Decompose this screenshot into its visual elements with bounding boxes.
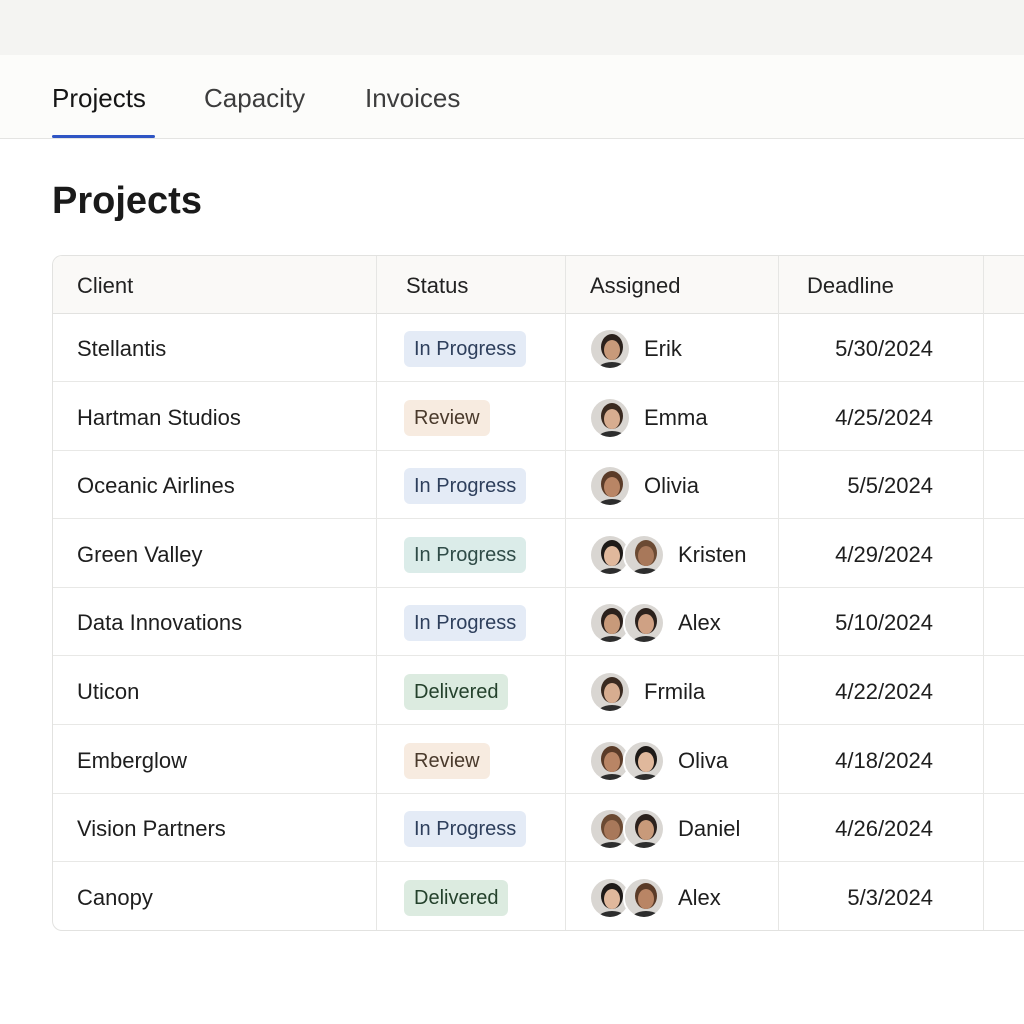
avatar xyxy=(623,808,665,851)
client-name: Emberglow xyxy=(77,747,188,773)
status-badge: Review xyxy=(404,399,490,436)
tab-capacity[interactable]: Capacity xyxy=(204,83,305,114)
client-name: Green Valley xyxy=(77,541,203,567)
client-name: Stellantis xyxy=(77,336,167,361)
tab-bar: Projects Capacity Invoices xyxy=(0,55,1024,139)
page-title: Projects xyxy=(52,180,202,222)
status-badge: Review xyxy=(404,742,490,779)
tab-projects[interactable]: Projects xyxy=(52,83,146,114)
status-badge: Delivered xyxy=(404,879,509,916)
avatar xyxy=(589,465,631,508)
client-name: Hartman Studios xyxy=(77,404,241,430)
status-badge: Delivered xyxy=(404,674,509,710)
window-top-bar xyxy=(0,0,1024,55)
deadline-date: 5/10/2024 xyxy=(835,610,933,636)
table-row[interactable]: Hartman Studios Review Emma 4/25/2024 xyxy=(53,383,1024,451)
status-badge: In Progress xyxy=(404,605,527,642)
table-row[interactable]: Stellantis In Progress Erik 5/30/2024 xyxy=(53,314,1024,382)
tab-invoices[interactable]: Invoices xyxy=(365,83,460,114)
column-header-client[interactable]: Client xyxy=(77,273,133,299)
table-row[interactable]: Oceanic Airlines In Progress Olivia 5/5/202… xyxy=(53,451,1024,520)
avatar xyxy=(623,876,665,919)
deadline-date: 5/5/2024 xyxy=(847,473,933,499)
table-row[interactable]: Emberglow Review Oliva 4/18/2024 xyxy=(53,726,1024,794)
client-name: Oceanic Airlines xyxy=(77,473,235,499)
avatar xyxy=(589,328,631,370)
status-badge: In Progress xyxy=(404,331,527,367)
client-name: Uticon xyxy=(77,679,140,704)
table-row[interactable]: Vision Partners In Progress Daniel 4/26/202… xyxy=(53,794,1024,863)
client-name: Vision Partners xyxy=(77,816,226,842)
status-badge: In Progress xyxy=(404,811,527,848)
avatar xyxy=(623,533,665,576)
table-row[interactable]: Canopy Delivered Alex 5/3/2024 xyxy=(53,863,1024,930)
status-badge: In Progress xyxy=(404,536,527,573)
deadline-date: 5/3/2024 xyxy=(847,884,933,910)
deadline-date: 4/25/2024 xyxy=(835,404,933,430)
table-row[interactable]: Green Valley In Progress Kristen 4/29/2024 xyxy=(53,520,1024,588)
table-row[interactable]: Uticon Delivered Frmila 4/22/2024 xyxy=(53,657,1024,725)
deadline-date: 4/26/2024 xyxy=(835,816,933,842)
client-name: Canopy xyxy=(77,884,153,910)
status-badge: In Progress xyxy=(404,468,527,505)
projects-table: Client Status Assigned Deadline Stellant… xyxy=(52,255,1024,931)
column-header-status[interactable]: Status xyxy=(406,273,468,299)
column-header-deadline[interactable]: Deadline xyxy=(807,273,894,299)
column-header-assigned[interactable]: Assigned xyxy=(590,273,681,299)
assignee-name: Alex xyxy=(678,610,721,636)
table-header: Client Status Assigned Deadline xyxy=(53,256,1024,314)
avatar xyxy=(589,671,631,713)
table-row[interactable]: Data Innovations In Progress Alex 5/10/2024 xyxy=(53,588,1024,657)
deadline-date: 5/30/2024 xyxy=(835,336,933,361)
assignee-name: Daniel xyxy=(678,816,741,842)
avatar xyxy=(623,739,665,782)
deadline-date: 4/29/2024 xyxy=(835,541,933,567)
avatar xyxy=(623,602,665,645)
assignee-name: Erik xyxy=(644,336,682,361)
deadline-date: 4/22/2024 xyxy=(835,679,933,704)
deadline-date: 4/18/2024 xyxy=(835,747,933,773)
assignee-name: Kristen xyxy=(678,541,747,567)
assignee-name: Oliva xyxy=(678,747,729,773)
assignee-name: Alex xyxy=(678,884,721,910)
assignee-name: Olivia xyxy=(644,473,700,499)
avatar xyxy=(589,396,631,439)
assignee-name: Emma xyxy=(644,404,708,430)
assignee-name: Frmila xyxy=(644,679,706,704)
client-name: Data Innovations xyxy=(77,610,243,636)
active-tab-indicator xyxy=(52,135,155,138)
